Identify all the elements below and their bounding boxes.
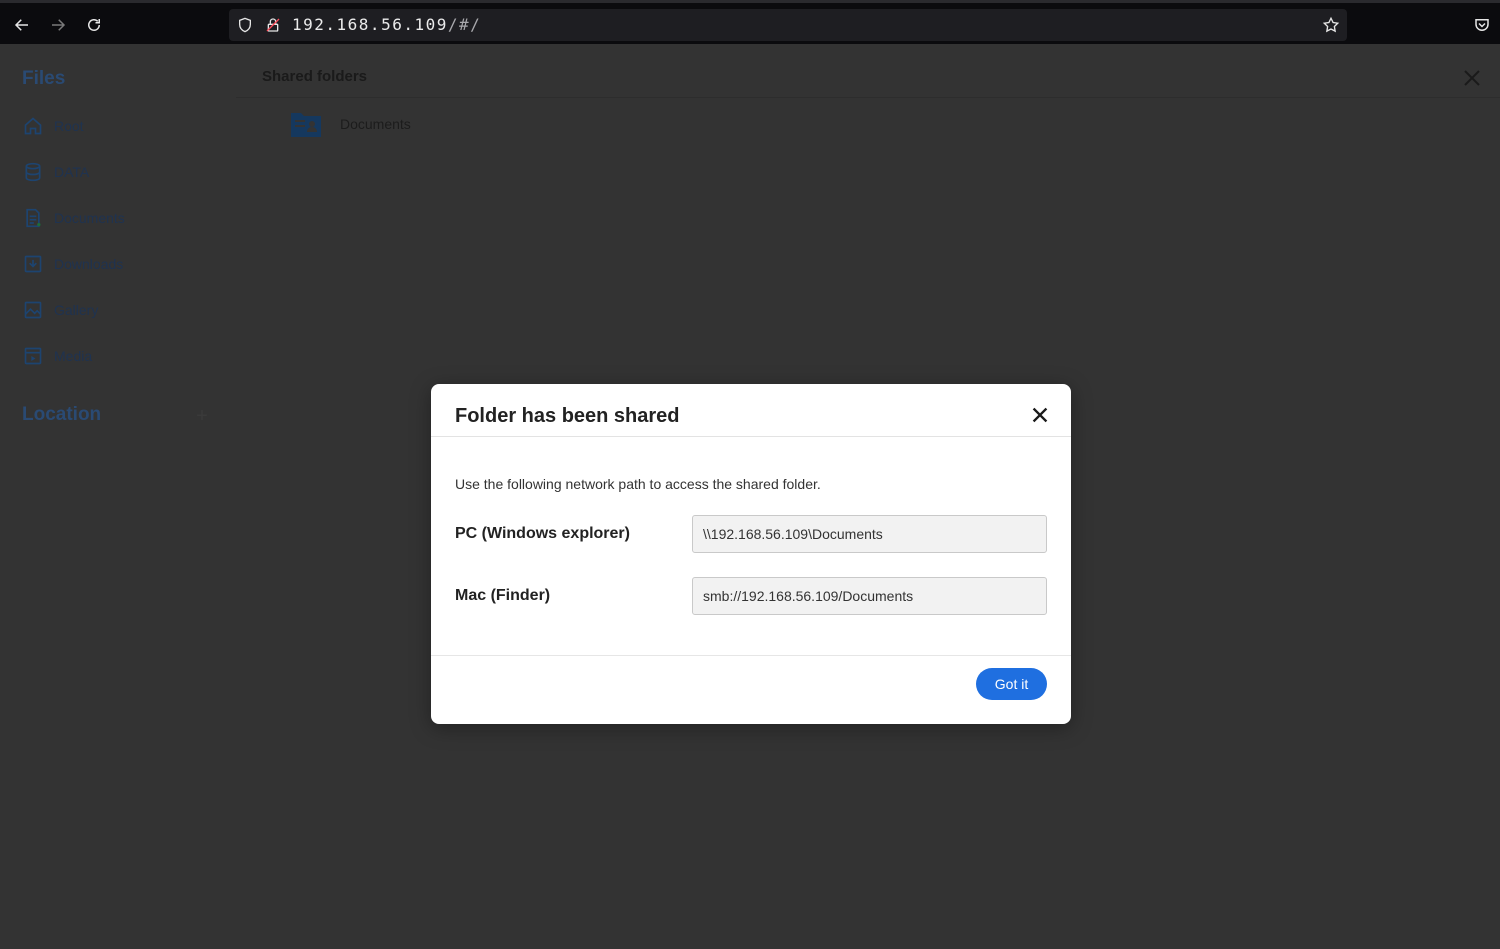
sidebar-item-label: Downloads: [54, 256, 124, 272]
back-button[interactable]: [8, 11, 36, 39]
database-icon: [22, 161, 44, 183]
mac-path-field[interactable]: [692, 577, 1047, 615]
sidebar-item-label: Gallery: [54, 302, 99, 318]
url-path: /#/: [447, 15, 482, 34]
close-icon[interactable]: [1029, 404, 1051, 426]
reload-icon: [88, 19, 100, 31]
sidebar-item-label: Media: [54, 348, 93, 364]
arrow-right-icon: [52, 19, 66, 31]
sidebar-item-root[interactable]: Root: [22, 111, 222, 141]
dialog-title: Folder has been shared: [455, 405, 680, 427]
sidebar-item-documents[interactable]: Documents: [22, 203, 222, 233]
mac-path-label: Mac (Finder): [455, 587, 551, 604]
forward-button[interactable]: [44, 11, 72, 39]
sidebar-item-media[interactable]: Media: [22, 341, 222, 371]
arrow-left-icon: [14, 19, 28, 31]
sidebar-item-downloads[interactable]: Downloads: [22, 249, 222, 279]
sidebar-item-data[interactable]: DATA: [22, 157, 222, 187]
share-dialog: Folder has been shared Use the following…: [431, 384, 1071, 724]
pocket-button[interactable]: [1468, 11, 1496, 39]
sidebar-item-gallery[interactable]: Gallery: [22, 295, 222, 325]
url-bar[interactable]: 192.168.56.109/#/: [229, 9, 1347, 41]
main-header: Shared folders: [236, 44, 1500, 98]
sidebar-title: Files: [22, 68, 66, 89]
insecure-lock-icon[interactable]: [265, 17, 281, 33]
pc-path-label: PC (Windows explorer): [455, 525, 630, 542]
sidebar: Files Root DATA Documents Downloads Gall…: [0, 44, 236, 949]
location-title: Location: [22, 404, 102, 425]
url-text[interactable]: 192.168.56.109/#/: [292, 15, 481, 34]
sidebar-item-label: Root: [54, 118, 84, 134]
image-icon: [22, 299, 44, 321]
pocket-icon: [1475, 19, 1489, 31]
document-icon: [22, 207, 44, 229]
url-host: 192.168.56.109: [292, 15, 448, 34]
star-icon[interactable]: [1322, 16, 1340, 34]
page-title: Shared folders: [262, 68, 368, 85]
close-icon[interactable]: [1460, 66, 1484, 90]
media-icon: [22, 345, 44, 367]
add-location-button[interactable]: +: [192, 404, 212, 428]
folder-item-documents[interactable]: Documents: [290, 110, 411, 138]
dialog-divider: [431, 655, 1071, 656]
reload-button[interactable]: [80, 11, 108, 39]
home-icon: [22, 115, 44, 137]
shared-folder-icon: [291, 113, 321, 137]
folder-label: Documents: [340, 116, 411, 132]
shield-icon[interactable]: [237, 17, 253, 33]
dialog-description: Use the following network path to access…: [455, 476, 821, 492]
browser-toolbar: 192.168.56.109/#/: [0, 0, 1500, 44]
sidebar-item-label: Documents: [54, 210, 125, 226]
dialog-header: Folder has been shared: [431, 384, 1071, 437]
download-icon: [22, 253, 44, 275]
sidebar-item-label: DATA: [54, 164, 90, 180]
got-it-button[interactable]: Got it: [976, 668, 1047, 700]
pc-path-field[interactable]: [692, 515, 1047, 553]
